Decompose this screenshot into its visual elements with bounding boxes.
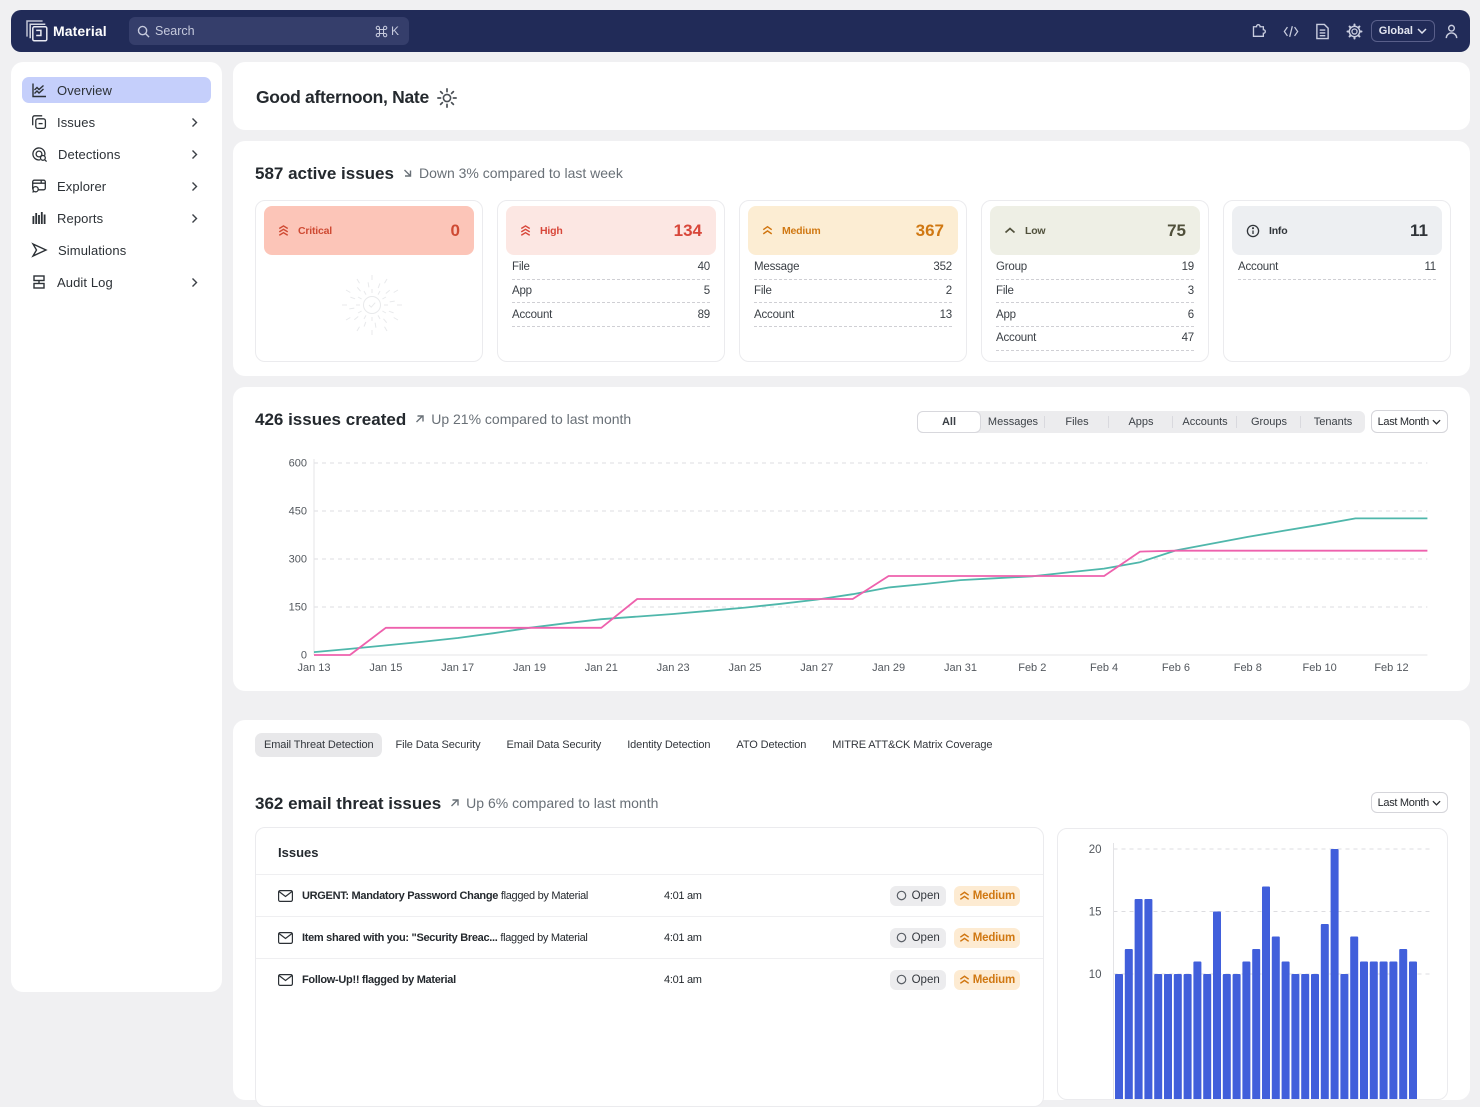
svg-text:Jan 25: Jan 25 <box>728 662 761 674</box>
svg-text:20: 20 <box>1089 844 1102 856</box>
svg-text:Feb 6: Feb 6 <box>1162 662 1190 674</box>
svg-text:450: 450 <box>289 506 307 518</box>
svg-text:Jan 19: Jan 19 <box>513 662 546 674</box>
svg-text:300: 300 <box>289 554 307 566</box>
svg-text:Jan 23: Jan 23 <box>657 662 690 674</box>
svg-text:Jan 13: Jan 13 <box>297 662 330 674</box>
svg-text:150: 150 <box>289 602 307 614</box>
svg-text:0: 0 <box>301 650 307 662</box>
svg-text:600: 600 <box>289 458 307 470</box>
svg-text:Jan 15: Jan 15 <box>369 662 402 674</box>
svg-text:Feb 8: Feb 8 <box>1234 662 1262 674</box>
svg-text:15: 15 <box>1089 907 1102 919</box>
svg-text:10: 10 <box>1089 969 1102 981</box>
svg-text:Jan 27: Jan 27 <box>800 662 833 674</box>
svg-text:Jan 31: Jan 31 <box>944 662 977 674</box>
svg-text:Feb 2: Feb 2 <box>1018 662 1046 674</box>
svg-text:Jan 29: Jan 29 <box>872 662 905 674</box>
svg-text:Feb 4: Feb 4 <box>1090 662 1118 674</box>
svg-text:Jan 21: Jan 21 <box>585 662 618 674</box>
svg-text:Jan 17: Jan 17 <box>441 662 474 674</box>
svg-text:Feb 10: Feb 10 <box>1302 662 1336 674</box>
svg-text:Feb 12: Feb 12 <box>1374 662 1408 674</box>
